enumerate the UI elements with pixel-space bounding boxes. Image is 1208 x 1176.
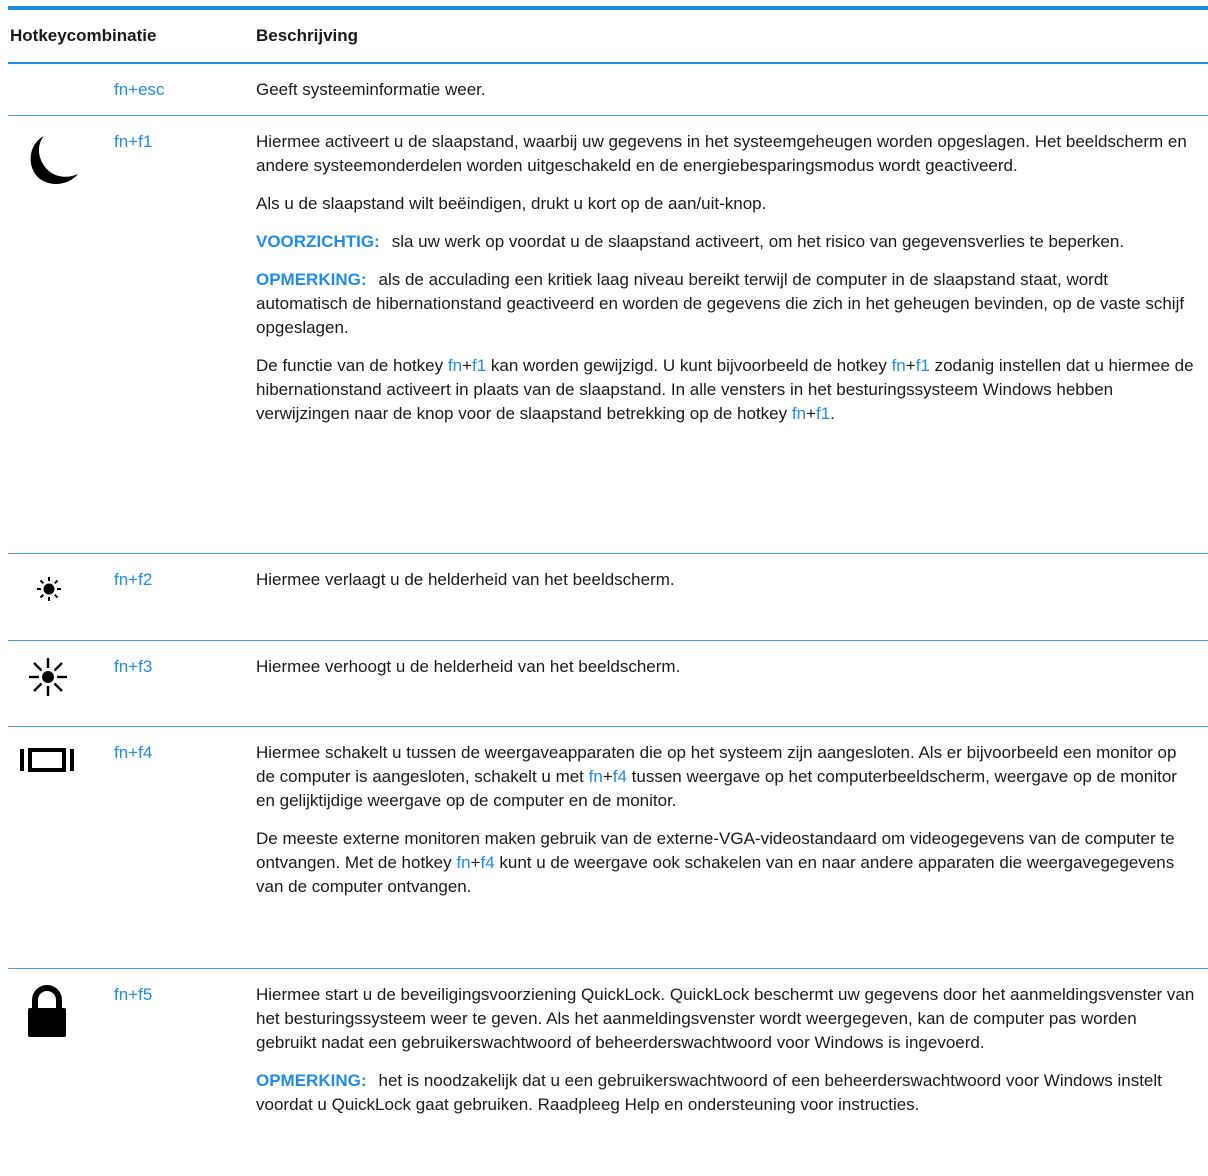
description-text: Hiermee verlaagt u de helderheid van het… bbox=[256, 570, 675, 589]
hotkey-fn-f5: fn+f5 bbox=[114, 985, 153, 1004]
icon-cell bbox=[8, 969, 114, 1172]
brightness-down-icon bbox=[37, 577, 61, 601]
description-text: De functie van de hotkey fn+f1 kan worde… bbox=[256, 354, 1198, 426]
caution-note: VOORZICHTIG: sla uw werk op voordat u de … bbox=[256, 230, 1198, 254]
key-link-f1[interactable]: f1 bbox=[916, 356, 930, 375]
icon-cell bbox=[8, 641, 114, 726]
key-link-fn[interactable]: fn bbox=[448, 356, 462, 375]
key-link-f1[interactable]: f1 bbox=[816, 404, 830, 423]
table-row-fn-f1: fn+f1 Hiermee activeert u de slaapstand,… bbox=[8, 116, 1208, 554]
hotkey-fn-f2: fn+f2 bbox=[114, 570, 153, 589]
hotkey-fn-f4: fn+f4 bbox=[114, 743, 153, 762]
remark-note: OPMERKING: als de acculading een kritiek … bbox=[256, 268, 1198, 340]
key-link-fn[interactable]: fn bbox=[892, 356, 906, 375]
brightness-up-icon bbox=[29, 658, 67, 696]
icon-cell bbox=[8, 116, 114, 553]
plus-sign: + bbox=[602, 767, 613, 786]
key-link-f1[interactable]: f1 bbox=[472, 356, 486, 375]
key-link-f4[interactable]: f4 bbox=[480, 853, 494, 872]
text-span: De functie van de hotkey bbox=[256, 356, 448, 375]
note-text: het is noodzakelijk dat u een gebruikers… bbox=[256, 1071, 1162, 1114]
description-cell: Hiermee activeert u de slaapstand, waarb… bbox=[256, 116, 1208, 553]
hotkey-fn-f3: fn+f3 bbox=[114, 657, 153, 676]
text-span: . bbox=[830, 404, 835, 423]
hotkey-table: Hotkeycombinatie Beschrijving fn+esc Gee… bbox=[8, 6, 1208, 1172]
description-cell: Hiermee verlaagt u de helderheid van het… bbox=[256, 554, 1208, 640]
caution-text: sla uw werk op voordat u de slaapstand a… bbox=[391, 232, 1125, 251]
key-link-f4[interactable]: f4 bbox=[613, 767, 627, 786]
header-description: Beschrijving bbox=[256, 26, 359, 45]
header-hotkey-combination: Hotkeycombinatie bbox=[10, 26, 157, 45]
description-cell: Geeft systeeminformatie weer. bbox=[256, 64, 1208, 115]
text-span: kan worden gewijzigd. U kunt bijvoorbeel… bbox=[486, 356, 892, 375]
plus-sign: + bbox=[462, 356, 472, 375]
display-switch-icon bbox=[20, 748, 74, 772]
table-row-fn-f2: fn+f2 Hiermee verlaagt u de helderheid v… bbox=[8, 554, 1208, 641]
description-text: Hiermee verhoogt u de helderheid van het… bbox=[256, 657, 681, 676]
lock-icon bbox=[28, 985, 66, 1037]
plus-sign: + bbox=[470, 853, 481, 872]
caution-label: VOORZICHTIG: bbox=[256, 232, 380, 251]
plus-sign: + bbox=[806, 404, 816, 423]
hotkey-fn-f1: fn+f1 bbox=[114, 132, 153, 151]
table-row-fn-esc: fn+esc Geeft systeeminformatie weer. bbox=[8, 64, 1208, 116]
moon-icon bbox=[30, 136, 78, 185]
table-row-fn-f5: fn+f5 Hiermee start u de beveiligingsvoo… bbox=[8, 969, 1208, 1172]
icon-cell bbox=[8, 554, 114, 640]
plus-sign: + bbox=[905, 356, 916, 375]
description-cell: Hiermee start u de beveiligingsvoorzieni… bbox=[256, 969, 1208, 1172]
icon-cell bbox=[8, 727, 114, 968]
key-link-fn[interactable]: fn bbox=[792, 404, 806, 423]
description-cell: Hiermee schakelt u tussen de weergaveapp… bbox=[256, 727, 1208, 968]
note-label: OPMERKING: bbox=[256, 1071, 367, 1090]
key-link-fn[interactable]: fn bbox=[589, 767, 603, 786]
description-text: Hiermee start u de beveiligingsvoorzieni… bbox=[256, 985, 1195, 1052]
description-text: De meeste externe monitoren maken gebrui… bbox=[256, 827, 1198, 899]
description-cell: Hiermee verhoogt u de helderheid van het… bbox=[256, 641, 1208, 726]
table-header: Hotkeycombinatie Beschrijving bbox=[8, 10, 1208, 64]
description-text: Hiermee schakelt u tussen de weergaveapp… bbox=[256, 741, 1198, 813]
note-text: als de acculading een kritiek laag nivea… bbox=[256, 270, 1185, 337]
table-row-fn-f4: fn+f4 Hiermee schakelt u tussen de weerg… bbox=[8, 727, 1208, 969]
description-text: Geeft systeeminformatie weer. bbox=[256, 80, 486, 99]
icon-cell bbox=[8, 64, 114, 115]
hotkey-fn-esc: fn+esc bbox=[114, 80, 165, 99]
note-label: OPMERKING: bbox=[256, 270, 367, 289]
description-text: Als u de slaapstand wilt beëindigen, dru… bbox=[256, 194, 767, 213]
table-row-fn-f3: fn+f3 Hiermee verhoogt u de helderheid v… bbox=[8, 641, 1208, 727]
remark-note: OPMERKING: het is noodzakelijk dat u een … bbox=[256, 1069, 1198, 1117]
description-text: Hiermee activeert u de slaapstand, waarb… bbox=[256, 132, 1187, 175]
key-link-fn[interactable]: fn bbox=[456, 853, 470, 872]
